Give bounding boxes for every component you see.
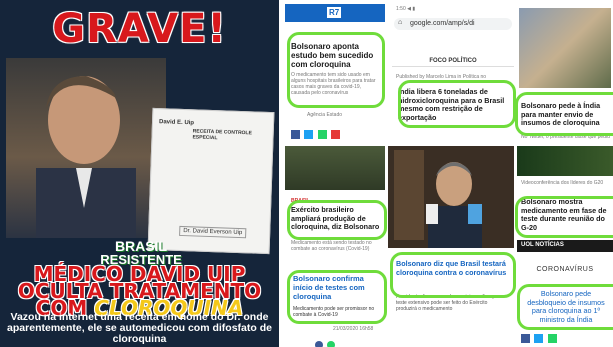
whatsapp-icon[interactable] — [317, 130, 327, 139]
india-photo — [519, 8, 611, 88]
r7-header: R7 — [285, 4, 385, 22]
doctor-name: David E. Uip — [158, 119, 195, 127]
prescription-title: RECEITA DE CONTROLE ESPECIAL — [192, 128, 252, 142]
url-text: google.com/amp/s/di — [410, 20, 475, 27]
whatsapp-icon[interactable] — [547, 334, 557, 343]
meme-subtext: Vazou na internet uma receita em nome do… — [7, 311, 272, 345]
highlight-confirm — [287, 270, 387, 324]
bolsonaro-photo-icon — [388, 146, 514, 248]
uol-header-text: UOL NOTÍCIAS — [521, 242, 564, 248]
foco-header: FOCO POLÍTICO — [392, 58, 514, 67]
flipboard-icon[interactable] — [331, 130, 341, 139]
twitter-icon[interactable] — [304, 130, 314, 139]
whatsapp-icon[interactable] — [327, 341, 336, 347]
g20-date: Videoconferência dos líderes do G20 — [521, 180, 604, 186]
uol-share — [521, 330, 557, 347]
prescription-document: David E. Uip RECEITA DE CONTROLE ESPECIA… — [147, 107, 275, 255]
r7-source: Agência Estado — [307, 112, 343, 118]
army-photo — [285, 146, 385, 190]
highlight-army — [287, 200, 387, 240]
doctor-signature: Dr. David Everson Uip — [179, 225, 247, 239]
meme-headline: MÉDICO DAVID UIP OCULTA TRATAMENTO COM C… — [0, 264, 279, 318]
doctor-portrait-icon — [36, 76, 136, 238]
uol-header: UOL NOTÍCIAS — [517, 240, 613, 252]
highlight-r7 — [287, 32, 385, 108]
highlight-foco — [398, 80, 516, 128]
facebook-icon[interactable] — [315, 341, 323, 347]
bolsonaro-photo-card — [388, 146, 514, 248]
facebook-icon[interactable] — [291, 130, 300, 139]
g20-photo — [517, 146, 613, 176]
highlight-uol — [517, 284, 613, 330]
doctor-photo — [6, 58, 166, 238]
confirm-share — [315, 336, 336, 347]
highlight-testara — [390, 252, 516, 298]
meme-panel: GRAVE! David E. Uip RECEITA DE CONTROLE … — [0, 0, 279, 347]
url-bar[interactable]: ⌂ google.com/amp/s/di — [394, 18, 512, 30]
status-bar: 1:50 ◀ ▮ — [396, 6, 416, 12]
grave-title: GRAVE! — [52, 6, 227, 52]
confirm-date: 21/03/2020 16h58 — [333, 326, 374, 332]
army-body: Medicamento está sendo testado no combat… — [291, 240, 372, 252]
uol-section: CORONAVÍRUS — [536, 266, 594, 273]
r7-logo: R7 — [327, 7, 342, 18]
share-buttons — [291, 126, 341, 140]
facebook-icon[interactable] — [521, 334, 530, 343]
highlight-g20 — [515, 196, 613, 238]
twitter-icon[interactable] — [534, 334, 544, 343]
home-icon[interactable]: ⌂ — [398, 19, 402, 26]
highlight-india — [515, 92, 613, 136]
